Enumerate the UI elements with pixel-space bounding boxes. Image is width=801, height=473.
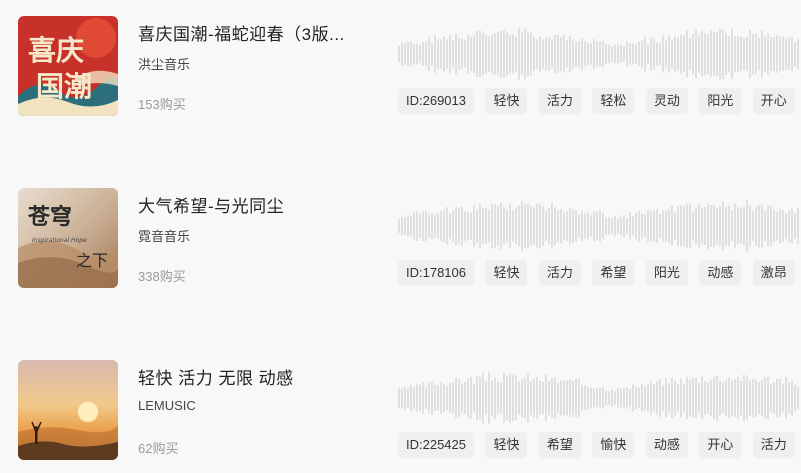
tag[interactable]: 轻快 [485, 88, 528, 114]
track-sales: 153购买 [138, 97, 186, 112]
cover-text: 苍穹 [27, 204, 72, 230]
tag[interactable]: 轻松 [592, 88, 635, 114]
cover-text: 之下 [76, 251, 108, 270]
tag[interactable]: 开心 [752, 88, 795, 114]
tag[interactable]: 愉快 [592, 432, 635, 458]
tag[interactable]: 动感 [699, 260, 742, 286]
track-sales: 338购买 [138, 269, 186, 284]
track-title[interactable]: 轻快 活力 无限 动感 [138, 364, 368, 389]
id-tag: ID:178106 [398, 260, 474, 286]
tag-list: ID:178106 轻快 活力 希望 阳光 动感 激昂 [398, 260, 801, 288]
tag[interactable]: 希望 [592, 260, 635, 286]
album-cover[interactable]: 苍穹 Inspirational Hope 之下 [18, 188, 118, 288]
id-tag: ID:269013 [398, 88, 474, 114]
track-title[interactable]: 大气希望-与光同尘 [138, 192, 368, 217]
track-artist[interactable]: 霓音音乐 [138, 226, 190, 245]
tag[interactable]: 活力 [538, 260, 581, 286]
tag-list: ID:225425 轻快 希望 愉快 动感 开心 活力 [398, 432, 801, 460]
track-artist[interactable]: LEMUSIC [138, 398, 196, 413]
tag[interactable]: 阳光 [645, 260, 688, 286]
waveform[interactable] [398, 196, 801, 256]
waveform[interactable] [398, 24, 801, 84]
album-cover[interactable]: 喜庆 国潮 [18, 16, 118, 116]
tag[interactable]: 轻快 [485, 260, 528, 286]
track-sales: 62购买 [138, 441, 179, 456]
tag[interactable]: 灵动 [645, 88, 688, 114]
cover-text: 喜庆 [28, 34, 84, 67]
track-row[interactable]: 轻快 活力 无限 动感 LEMUSIC 62购买 ID:225425 轻快 希望… [0, 360, 801, 464]
tag[interactable]: 激昂 [752, 260, 795, 286]
id-tag: ID:225425 [398, 432, 474, 458]
album-cover[interactable] [18, 360, 118, 460]
cover-text: 国潮 [36, 70, 92, 103]
tag[interactable]: 轻快 [485, 432, 528, 458]
tag[interactable]: 活力 [538, 88, 581, 114]
tag-list: ID:269013 轻快 活力 轻松 灵动 阳光 开心 [398, 88, 801, 116]
track-artist[interactable]: 洪尘音乐 [138, 54, 190, 73]
tag[interactable]: 活力 [752, 432, 795, 458]
waveform[interactable] [398, 368, 801, 428]
tag[interactable]: 阳光 [699, 88, 742, 114]
track-title[interactable]: 喜庆国潮-福蛇迎春（3版... [138, 20, 368, 45]
track-row[interactable]: 苍穹 Inspirational Hope 之下 大气希望-与光同尘 霓音音乐 … [0, 188, 801, 292]
tag[interactable]: 希望 [538, 432, 581, 458]
tag[interactable]: 动感 [645, 432, 688, 458]
track-row[interactable]: 喜庆 国潮 喜庆国潮-福蛇迎春（3版... 洪尘音乐 153购买 ID:2690… [0, 16, 801, 120]
tag[interactable]: 开心 [699, 432, 742, 458]
cover-subtext: Inspirational Hope [32, 237, 87, 244]
